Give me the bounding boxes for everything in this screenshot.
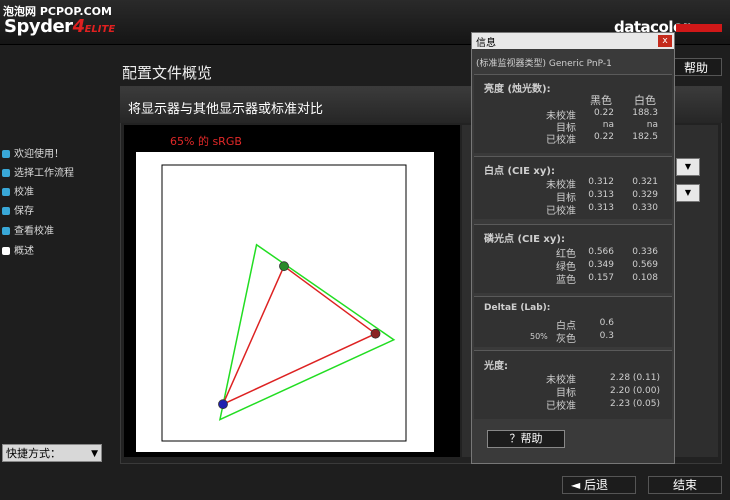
nav-item-calibrate[interactable]: 校准 xyxy=(2,186,34,200)
app-name: Spyder xyxy=(4,16,73,37)
app-edition: ELITE xyxy=(84,24,116,35)
chevron-down-icon: ▼ xyxy=(91,449,98,459)
primary-point-0 xyxy=(279,261,289,272)
value: 2.20 (0.00) xyxy=(610,386,660,396)
primary-point-1 xyxy=(370,328,381,339)
panel-title: 将显示器与其他显示器或标准对比 xyxy=(128,102,324,117)
gamut-chart xyxy=(161,164,407,442)
value: na xyxy=(602,120,614,130)
nav-item-overview[interactable]: 概述 xyxy=(2,245,34,259)
info-title: 信息 xyxy=(476,38,496,49)
nav-item-welcome[interactable]: 欢迎使用！ xyxy=(2,148,64,162)
chevron-down-icon: ▼ xyxy=(684,188,692,197)
compare-dropdown[interactable]: ▼ xyxy=(676,184,700,202)
row-label: 蓝色 xyxy=(556,275,576,286)
row-label: 已校准 xyxy=(546,206,576,217)
finish-button[interactable]: 结束 xyxy=(648,476,722,494)
info-titlebar xyxy=(472,33,674,49)
nav-item-review[interactable]: 查看校准 xyxy=(2,225,54,239)
bullet-icon xyxy=(2,169,10,177)
value: na xyxy=(646,120,658,130)
value: 0.312 xyxy=(588,177,614,187)
col-black: 黑色 xyxy=(590,94,612,107)
value: 0.108 xyxy=(632,273,658,283)
value: 0.321 xyxy=(632,177,658,187)
nav-item-label: 欢迎使用！ xyxy=(14,149,64,160)
shortcut-label: 快捷方式： xyxy=(6,447,61,460)
value: 0.566 xyxy=(588,247,614,257)
dialog-help-button[interactable]: ？帮助 xyxy=(487,430,565,448)
phosphor-header: 磷光点 (CIE xy): xyxy=(484,234,565,245)
deltae-header: DeltaE (Lab): xyxy=(484,303,551,313)
row-label: 已校准 xyxy=(546,401,576,412)
row-label: 已校准 xyxy=(546,135,576,146)
value: 0.3 xyxy=(599,331,614,341)
bullet-icon xyxy=(2,227,10,235)
bullet-icon xyxy=(2,188,10,196)
primary-point-2 xyxy=(218,399,228,410)
value: 0.157 xyxy=(588,273,614,283)
value: 0.330 xyxy=(632,203,658,213)
nav-item-label: 查看校准 xyxy=(14,226,54,237)
app-logo: Spyder4ELITE xyxy=(4,16,115,37)
bullet-icon xyxy=(2,247,10,255)
value: 2.23 (0.05) xyxy=(610,399,660,409)
value: 0.349 xyxy=(588,260,614,270)
nav-item-label: 校准 xyxy=(14,187,34,198)
value: 0.6 xyxy=(599,318,614,328)
nav-item-workflow[interactable]: 选择工作流程 xyxy=(2,167,74,181)
whitepoint-header: 白点 (CIE xy): xyxy=(484,166,555,177)
close-icon[interactable]: x xyxy=(658,35,672,47)
plot-frame xyxy=(161,164,407,442)
row-label: 灰色 xyxy=(556,334,576,345)
value: 0.569 xyxy=(632,260,658,270)
col-white: 白色 xyxy=(634,94,656,107)
bullet-icon xyxy=(2,207,10,215)
luminance-header: 亮度 (烛光数): xyxy=(484,84,551,95)
app-version: 4 xyxy=(72,16,86,37)
page-title: 配置文件概览 xyxy=(122,64,213,82)
gamma-header: 光度: xyxy=(484,361,508,372)
nav-item-label: 概述 xyxy=(14,246,34,257)
value: 0.22 xyxy=(593,108,614,118)
bullet-icon xyxy=(2,150,10,158)
value: 182.5 xyxy=(632,132,658,142)
value: 0.313 xyxy=(588,190,614,200)
help-button[interactable]: 帮助 xyxy=(670,58,722,76)
nav-item-save[interactable]: 保存 xyxy=(2,205,34,219)
brand-bar xyxy=(676,24,722,32)
chart-caption: 65% 的 sRGB xyxy=(170,135,242,148)
chevron-down-icon: ▼ xyxy=(684,162,692,171)
monitor-type: (标准监视器类型) Generic PnP-1 xyxy=(476,59,612,69)
value: 2.28 (0.11) xyxy=(610,373,660,383)
shortcut-select[interactable]: 快捷方式： ▼ xyxy=(2,444,102,462)
value: 188.3 xyxy=(632,108,658,118)
value: 0.313 xyxy=(588,203,614,213)
value: 0.329 xyxy=(632,190,658,200)
value: 0.22 xyxy=(593,132,614,142)
back-button[interactable]: ◄ 后退 xyxy=(562,476,636,494)
nav-item-label: 保存 xyxy=(14,206,34,217)
profile-dropdown[interactable]: ▼ xyxy=(676,158,700,176)
nav-item-label: 选择工作流程 xyxy=(14,168,74,179)
value: 0.336 xyxy=(632,247,658,257)
